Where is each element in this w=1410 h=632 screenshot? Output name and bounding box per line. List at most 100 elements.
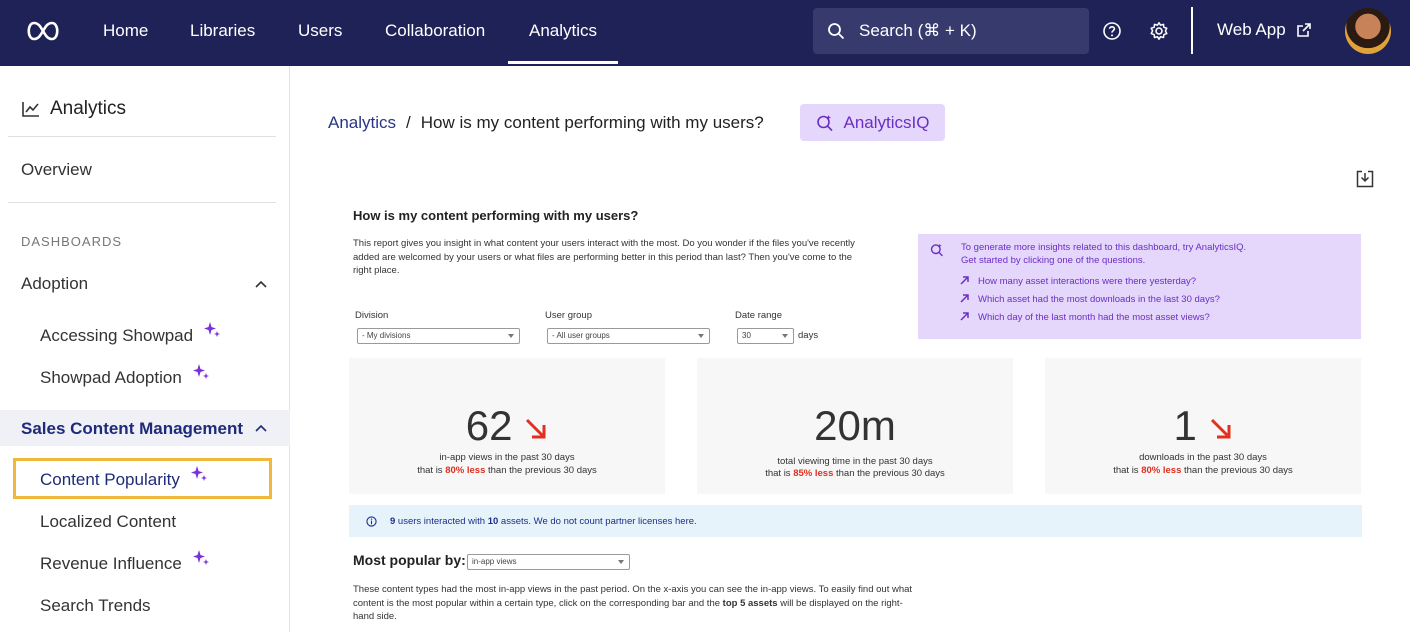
- kpi-comparison-prefix: that is: [1113, 465, 1142, 476]
- trend-down-icon: [1210, 418, 1231, 439]
- ai-search-icon: [930, 243, 943, 257]
- breadcrumb-analytics-link[interactable]: Analytics: [328, 113, 396, 133]
- sidebar-item-label: Content Popularity: [40, 470, 180, 489]
- kpi-card-viewing-time: 20m total viewing time in the past 30 da…: [697, 358, 1013, 494]
- report-title: How is my content performing with my use…: [353, 208, 639, 223]
- info-icon: [366, 515, 377, 527]
- sidebar-item-overview[interactable]: Overview: [21, 160, 92, 180]
- sidebar-title-label: Analytics: [50, 98, 127, 119]
- sidebar-item-label: Revenue Influence: [40, 554, 182, 573]
- info-text: 9 users interacted with 10 assets. We do…: [390, 516, 697, 527]
- download-icon[interactable]: [1356, 170, 1374, 188]
- sidebar-divider: [8, 136, 276, 137]
- kpi-comparison-prefix: that is: [765, 468, 794, 479]
- analyticsiq-question[interactable]: Which asset had the most downloads in th…: [960, 294, 1220, 305]
- kpi-value-number: 20m: [814, 402, 896, 449]
- analyticsiq-question[interactable]: Which day of the last month had the most…: [960, 312, 1210, 323]
- breadcrumb-separator: /: [406, 113, 411, 132]
- kpi-card-downloads: 1 downloads in the past 30 days that is …: [1045, 358, 1361, 494]
- gear-icon[interactable]: [1149, 21, 1169, 41]
- sidebar-item-label: Accessing Showpad: [40, 326, 194, 345]
- top-nav-bar: Home Libraries Users Collaboration Analy…: [0, 0, 1410, 66]
- analyticsiq-intro: To generate more insights related to thi…: [961, 241, 1246, 267]
- user-avatar[interactable]: [1345, 8, 1391, 54]
- arrow-up-right-icon: [960, 312, 969, 321]
- analyticsiq-question-label: Which asset had the most downloads in th…: [978, 294, 1220, 305]
- nav-libraries[interactable]: Libraries: [190, 0, 255, 66]
- sidebar-section-dashboards: DASHBOARDS: [21, 234, 123, 249]
- search-icon: [828, 23, 845, 40]
- kpi-value-number: 62: [465, 402, 513, 449]
- analyticsiq-button[interactable]: AnalyticsIQ: [800, 104, 945, 141]
- sidebar-title: Analytics: [22, 98, 126, 120]
- info-text-part: assets. We do not count partner licenses…: [498, 515, 697, 527]
- division-label: Division: [355, 310, 389, 321]
- most-popular-desc-bold: top 5 assets: [722, 597, 778, 609]
- sidebar-item-content-popularity[interactable]: Content Popularity: [40, 466, 208, 490]
- nav-collaboration[interactable]: Collaboration: [385, 0, 485, 66]
- sidebar-group-sales-content-management[interactable]: Sales Content Management: [21, 419, 243, 439]
- sparkle-icon: [192, 550, 209, 565]
- chevron-up-icon[interactable]: [254, 279, 268, 289]
- analyticsiq-intro-line: To generate more insights related to thi…: [961, 242, 1247, 253]
- nav-analytics[interactable]: Analytics: [507, 0, 619, 66]
- kpi-comparison: that is 85% less than the previous 30 da…: [697, 468, 1013, 481]
- trend-down-icon: [526, 418, 546, 439]
- arrow-up-right-icon: [960, 294, 969, 303]
- web-app-label: Web App: [1217, 20, 1286, 39]
- breadcrumb: Analytics / How is my content performing…: [328, 113, 764, 133]
- sidebar-divider: [8, 202, 276, 203]
- info-assets-count: 10: [487, 515, 499, 527]
- external-link-icon: [1296, 23, 1311, 37]
- sidebar-item-accessing-showpad[interactable]: Accessing Showpad: [40, 322, 221, 346]
- most-popular-title: Most popular by:: [353, 552, 466, 568]
- line-chart-icon: [22, 102, 39, 117]
- kpi-value: 20m: [697, 402, 1013, 450]
- sidebar-item-label: Showpad Adoption: [40, 368, 182, 387]
- kpi-comparison-suffix: than the previous 30 days: [485, 465, 597, 476]
- analyticsiq-question[interactable]: How many asset interactions were there y…: [960, 276, 1196, 287]
- user-group-select[interactable]: - All user groups: [547, 328, 710, 344]
- ai-search-icon: [816, 114, 833, 131]
- sidebar-item-showpad-adoption[interactable]: Showpad Adoption: [40, 364, 210, 388]
- kpi-value-number: 1: [1173, 402, 1197, 449]
- sidebar-group-adoption[interactable]: Adoption: [21, 274, 88, 294]
- page-title: How is my content performing with my use…: [420, 113, 764, 132]
- kpi-comparison-prefix: that is: [417, 465, 446, 476]
- analyticsiq-intro-line: Get started by clicking one of the quest…: [961, 255, 1146, 266]
- kpi-comparison: that is 80% less than the previous 30 da…: [1045, 465, 1361, 478]
- nav-divider: [1191, 7, 1193, 54]
- kpi-delta: 80% less: [445, 465, 486, 476]
- kpi-caption: downloads in the past 30 days: [1139, 452, 1267, 463]
- kpi-delta: 80% less: [1141, 465, 1182, 476]
- sidebar-item-label: Search Trends: [40, 596, 151, 615]
- kpi-caption: in-app views in the past 30 days: [439, 452, 575, 463]
- sidebar-item-search-trends[interactable]: Search Trends: [40, 596, 151, 616]
- analyticsiq-question-label: How many asset interactions were there y…: [978, 276, 1197, 287]
- search-placeholder: Search (⌘ + K): [859, 21, 977, 40]
- report-description: This report gives you insight in what co…: [353, 238, 855, 276]
- nav-home[interactable]: Home: [103, 0, 148, 66]
- showpad-logo-icon[interactable]: [24, 20, 62, 42]
- kpi-delta: 85% less: [793, 468, 834, 479]
- division-select[interactable]: - My divisions: [357, 328, 520, 344]
- user-group-label: User group: [545, 310, 592, 321]
- kpi-value: 62: [349, 402, 665, 450]
- web-app-link[interactable]: Web App: [1217, 20, 1312, 40]
- info-text-part: users interacted with: [395, 515, 488, 527]
- sparkle-icon: [204, 322, 221, 337]
- help-icon[interactable]: [1102, 21, 1122, 41]
- sparkle-icon: [192, 364, 209, 379]
- sidebar: Analytics Overview DASHBOARDS Adoption A…: [0, 66, 290, 632]
- date-range-label: Date range: [735, 310, 783, 321]
- report-frame: How is my content performing with my use…: [349, 200, 1362, 632]
- most-popular-select[interactable]: in-app views: [467, 554, 630, 570]
- date-range-select[interactable]: 30: [737, 328, 794, 344]
- nav-users[interactable]: Users: [298, 0, 342, 66]
- sidebar-item-revenue-influence[interactable]: Revenue Influence: [40, 550, 210, 574]
- analyticsiq-label: AnalyticsIQ: [843, 112, 930, 132]
- chevron-up-icon[interactable]: [254, 423, 268, 433]
- sidebar-item-localized-content[interactable]: Localized Content: [40, 512, 176, 532]
- date-range-unit: days: [798, 330, 819, 341]
- global-search-input[interactable]: Search (⌘ + K): [813, 8, 1089, 54]
